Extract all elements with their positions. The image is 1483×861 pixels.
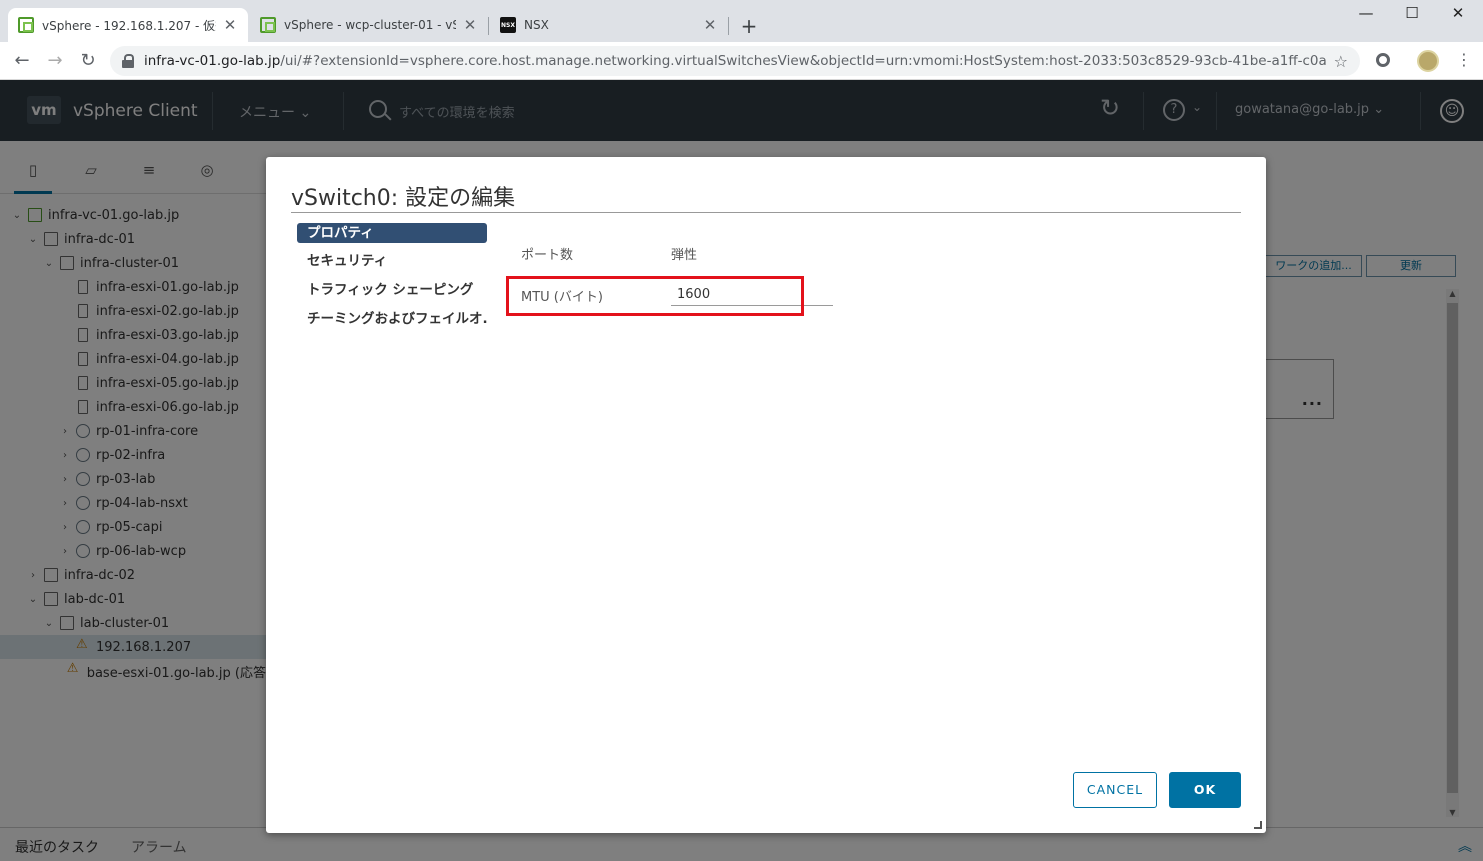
maximize-icon[interactable]: ☐ xyxy=(1389,4,1435,22)
close-icon[interactable]: ✕ xyxy=(462,16,478,34)
vsphere-icon xyxy=(18,17,34,33)
tab-title: NSX xyxy=(524,18,549,32)
back-arrow-icon[interactable]: ← xyxy=(10,50,34,71)
ports-label: ポート数 xyxy=(521,248,574,263)
browser-tab-nsx[interactable]: NSX NSX ✕ xyxy=(490,8,728,42)
nav-security[interactable]: セキュリティ xyxy=(297,251,487,271)
ok-button[interactable]: OK xyxy=(1169,772,1241,808)
vsphere-icon xyxy=(260,17,276,33)
more-vert-icon[interactable]: ⋮ xyxy=(1456,50,1472,69)
window-close-icon[interactable]: ✕ xyxy=(1435,4,1481,22)
close-icon[interactable]: ✕ xyxy=(222,16,238,34)
nav-traffic-shaping[interactable]: トラフィック シェーピング xyxy=(297,280,487,300)
tab-title: vSphere - 192.168.1.207 - 仮想ス xyxy=(42,18,216,33)
resize-handle[interactable] xyxy=(1254,821,1262,829)
nsx-icon: NSX xyxy=(500,17,516,33)
tab-separator xyxy=(728,17,729,35)
edit-settings-dialog: vSwitch0: 設定の編集 プロパティ セキュリティ トラフィック シェーピ… xyxy=(266,157,1266,833)
reload-icon[interactable]: ↻ xyxy=(76,50,100,71)
browser-tab-vsphere-host[interactable]: vSphere - 192.168.1.207 - 仮想ス ✕ xyxy=(8,8,248,42)
extension-icon[interactable] xyxy=(1376,53,1390,67)
url-path: /ui/#?extensionId=vsphere.core.host.mana… xyxy=(280,53,1326,69)
profile-avatar[interactable] xyxy=(1417,50,1439,72)
title-divider xyxy=(291,212,1241,213)
cancel-button[interactable]: CANCEL xyxy=(1073,772,1157,808)
bookmark-star-icon[interactable]: ☆ xyxy=(1334,52,1348,71)
close-icon[interactable]: ✕ xyxy=(702,16,718,34)
forward-arrow-icon[interactable]: → xyxy=(43,50,67,71)
browser-toolbar: ← → ↻ infra-vc-01.go-lab.jp/ui/#?extensi… xyxy=(0,42,1483,80)
tab-title: vSphere - wcp-cluster-01 - vSphe xyxy=(284,18,456,32)
elastic-label: 弾性 xyxy=(671,248,698,263)
dialog-title: vSwitch0: 設定の編集 xyxy=(291,186,516,211)
new-tab-button[interactable]: + xyxy=(738,14,760,38)
address-bar[interactable]: infra-vc-01.go-lab.jp/ui/#?extensionId=v… xyxy=(110,46,1360,76)
browser-tab-strip: vSphere - 192.168.1.207 - 仮想ス ✕ vSphere … xyxy=(0,0,1483,42)
url-host: infra-vc-01.go-lab.jp xyxy=(144,53,281,69)
minimize-icon[interactable]: — xyxy=(1343,4,1389,22)
tab-separator xyxy=(488,17,489,35)
url-text[interactable]: infra-vc-01.go-lab.jp/ui/#?extensionId=v… xyxy=(144,53,1326,69)
nav-teaming-failover[interactable]: チーミングおよびフェイルオ... xyxy=(297,309,487,329)
nav-properties[interactable]: プロパティ xyxy=(297,223,487,243)
browser-tab-vsphere-wcp[interactable]: vSphere - wcp-cluster-01 - vSphe ✕ xyxy=(250,8,488,42)
mtu-highlight-box xyxy=(506,276,804,316)
lock-icon xyxy=(122,54,134,68)
